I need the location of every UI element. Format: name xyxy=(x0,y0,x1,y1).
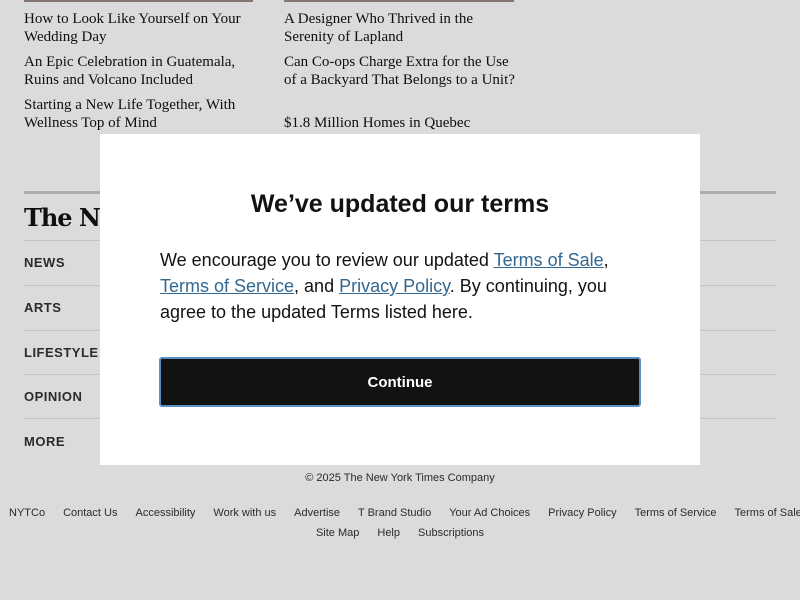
modal-body-prefix: We encourage you to review our updated xyxy=(160,250,494,270)
privacy-policy-link[interactable]: Privacy Policy xyxy=(339,276,450,296)
continue-button[interactable]: Continue xyxy=(159,357,641,407)
modal-title: We’ve updated our terms xyxy=(250,190,550,218)
terms-of-service-link[interactable]: Terms of Service xyxy=(160,276,294,296)
modal-body-text: We encourage you to review our updated T… xyxy=(160,247,642,325)
modal-body-separator: , xyxy=(603,250,609,270)
terms-of-sale-link[interactable]: Terms of Sale xyxy=(494,250,604,270)
modal-body-separator: , and xyxy=(294,276,340,296)
